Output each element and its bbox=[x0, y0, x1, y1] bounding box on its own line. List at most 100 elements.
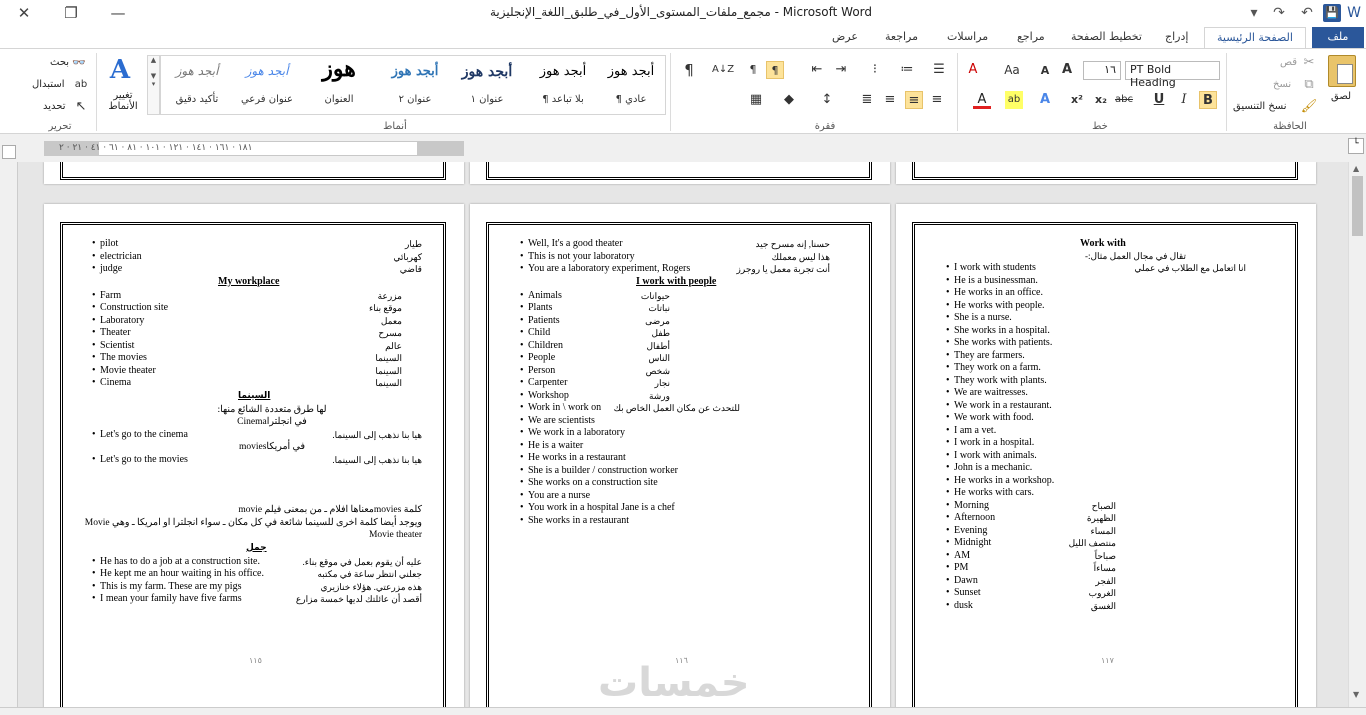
bullet: • bbox=[92, 327, 96, 338]
list-item: • The movies السينما bbox=[92, 352, 422, 365]
clipboard-group-label: الحافظة bbox=[1273, 121, 1307, 132]
tab-view[interactable]: عرض bbox=[832, 30, 858, 43]
list-item: • electrician كهربائي bbox=[92, 251, 422, 264]
align-right-icon[interactable]: ≡ bbox=[928, 91, 946, 109]
sort-button[interactable]: A↓Z bbox=[712, 61, 734, 79]
item-ar: معمل bbox=[380, 315, 402, 326]
ruler-area: ١٨١ · ١٦١ · ١٤١ · ١٢١ · ١٠١ · ٨١ · ٦١ · … bbox=[0, 134, 1366, 162]
multilevel-list-icon[interactable]: ☰ bbox=[930, 61, 948, 79]
borders-icon[interactable]: ▦ bbox=[747, 91, 765, 109]
sentence-en: She works with patients. bbox=[954, 337, 1053, 348]
highlight-icon[interactable]: ab bbox=[1005, 91, 1023, 109]
strikethrough-button[interactable]: abc bbox=[1115, 91, 1133, 109]
tab-insert[interactable]: إدراج bbox=[1165, 30, 1188, 43]
item-en: People bbox=[528, 352, 556, 363]
tab-selector-icon[interactable]: └ bbox=[1348, 138, 1364, 154]
item-en: He works in a restaurant bbox=[528, 452, 626, 463]
vertical-scrollbar[interactable]: ▲ ▼ bbox=[1348, 162, 1366, 707]
change-styles-icon[interactable]: A bbox=[104, 55, 136, 85]
rtl-paragraph-button[interactable]: ¶ bbox=[766, 61, 784, 79]
view-ruler-icon[interactable] bbox=[2, 145, 16, 159]
close-icon[interactable]: ✕ bbox=[10, 4, 38, 22]
replace-button[interactable]: استبدال bbox=[32, 79, 65, 90]
find-button[interactable]: بحث bbox=[50, 57, 69, 68]
undo-icon[interactable]: ↶ bbox=[1298, 4, 1316, 22]
item-en: Theater bbox=[100, 327, 131, 338]
grow-font-icon[interactable]: A bbox=[1058, 61, 1076, 79]
superscript-button[interactable]: x² bbox=[1068, 91, 1086, 109]
time-row: • Sunset الغروب bbox=[946, 587, 1276, 600]
list-item: • Carpenter نجار bbox=[520, 377, 850, 390]
font-name-box[interactable]: PT Bold Heading bbox=[1125, 61, 1220, 89]
font-color-icon[interactable]: A bbox=[973, 91, 991, 109]
paste-icon[interactable] bbox=[1328, 55, 1356, 87]
underline-button[interactable]: U bbox=[1150, 91, 1168, 109]
minimize-icon[interactable]: — bbox=[104, 4, 132, 22]
redo-icon[interactable]: ↷ bbox=[1270, 4, 1288, 22]
tab-mailings[interactable]: مراسلات bbox=[947, 30, 988, 43]
change-styles-button[interactable]: تغيير الأنماط bbox=[108, 90, 138, 112]
time-row: • Afternoon الظهيرة bbox=[946, 512, 1276, 525]
list-item: • We are scientists bbox=[520, 415, 850, 428]
tab-home[interactable]: الصفحة الرئيسية bbox=[1204, 27, 1306, 48]
text-line: في انجلتراCinema bbox=[237, 417, 307, 427]
line-spacing-icon[interactable]: ↕ bbox=[818, 91, 836, 109]
justify-icon[interactable]: ≣ bbox=[858, 91, 876, 109]
style-normal[interactable]: أبجد هوز ¶ عادي bbox=[597, 56, 665, 114]
format-painter-button[interactable]: نسخ التنسيق bbox=[1233, 101, 1286, 112]
scroll-up-icon[interactable]: ▲ bbox=[1353, 164, 1359, 173]
align-left-icon[interactable]: ≡ bbox=[881, 91, 899, 109]
scissors-icon: ✂ bbox=[1303, 55, 1315, 70]
list-item: • He is a waiter bbox=[520, 440, 850, 453]
subscript-button[interactable]: x₂ bbox=[1092, 91, 1110, 109]
style-heading-1[interactable]: أبجد هوز عنوان ١ bbox=[453, 56, 521, 114]
paste-button[interactable]: لصق bbox=[1331, 91, 1351, 102]
horizontal-ruler[interactable]: ١٨١ · ١٦١ · ١٤١ · ١٢١ · ١٠١ · ٨١ · ٦١ · … bbox=[44, 141, 464, 156]
numbering-icon[interactable]: ≔ bbox=[898, 61, 916, 79]
style-title[interactable]: هوز العنوان bbox=[305, 56, 373, 114]
ltr-paragraph-button[interactable]: ¶ bbox=[744, 61, 762, 79]
customize-qat-icon[interactable]: ▾ bbox=[1245, 4, 1263, 22]
show-marks-button[interactable]: ¶ bbox=[680, 61, 698, 79]
cut-button[interactable]: قص bbox=[1280, 57, 1297, 68]
bullet: • bbox=[946, 437, 950, 448]
style-subtle-emphasis[interactable]: أبجد هوز تأكيد دقيق bbox=[163, 56, 231, 114]
item-ar: السينما bbox=[375, 353, 402, 363]
item-en: Movie theater bbox=[100, 364, 156, 376]
save-icon[interactable]: 💾 bbox=[1323, 4, 1341, 22]
outdent-icon[interactable]: ⇤ bbox=[808, 61, 826, 79]
item-en: Cinema bbox=[100, 377, 132, 388]
bold-button[interactable]: B bbox=[1199, 91, 1217, 109]
scroll-thumb[interactable] bbox=[1352, 176, 1363, 236]
scroll-down-icon[interactable]: ▼ bbox=[1353, 690, 1359, 699]
clear-formatting-icon[interactable]: A bbox=[964, 61, 982, 79]
font-size-box[interactable]: ١٦ bbox=[1083, 61, 1121, 80]
style-subtitle[interactable]: أبجد هوز عنوان فرعي bbox=[233, 56, 301, 114]
text-effects-icon[interactable]: A bbox=[1036, 91, 1054, 109]
phrase-en: Let's go to the movies bbox=[100, 453, 188, 465]
item-en: AM bbox=[954, 549, 971, 561]
shrink-font-icon[interactable]: A bbox=[1036, 62, 1054, 80]
item-en: Children bbox=[528, 339, 563, 351]
style-heading-2[interactable]: أبجد هوز عنوان ٢ bbox=[381, 56, 449, 114]
align-center-icon[interactable]: ≡ bbox=[905, 91, 923, 109]
document-area[interactable]: • pilot طيار • electrician كهربائي • judge قاضي … bbox=[18, 162, 1348, 707]
restore-icon[interactable]: ❐ bbox=[57, 4, 85, 22]
styles-gallery-scroll[interactable]: ▲ ▼ ▾ bbox=[147, 55, 160, 115]
italic-button[interactable]: I bbox=[1175, 91, 1193, 109]
tab-references[interactable]: مراجع bbox=[1017, 30, 1045, 43]
indent-icon[interactable]: ⇥ bbox=[832, 61, 850, 79]
item-ar: المساء bbox=[1090, 525, 1116, 536]
style-no-spacing[interactable]: أبجد هوز ¶ بلا تباعد bbox=[529, 56, 597, 114]
tab-review[interactable]: مراجعة bbox=[885, 30, 918, 43]
shading-icon[interactable]: ◆ bbox=[780, 91, 798, 109]
select-button[interactable]: تحديد bbox=[43, 101, 66, 112]
heading-sentences: جمل bbox=[246, 542, 267, 553]
copy-button[interactable]: نسخ bbox=[1273, 79, 1291, 90]
sentence-en: I work in a hospital. bbox=[954, 437, 1035, 448]
bullets-icon[interactable]: ⁝ bbox=[866, 61, 884, 79]
tab-layout[interactable]: تخطيط الصفحة bbox=[1071, 30, 1142, 43]
list-item: • We work in a restaurant. bbox=[946, 400, 1276, 413]
tab-file[interactable]: ملف bbox=[1312, 27, 1364, 48]
change-case-icon[interactable]: Aa bbox=[1003, 61, 1021, 79]
